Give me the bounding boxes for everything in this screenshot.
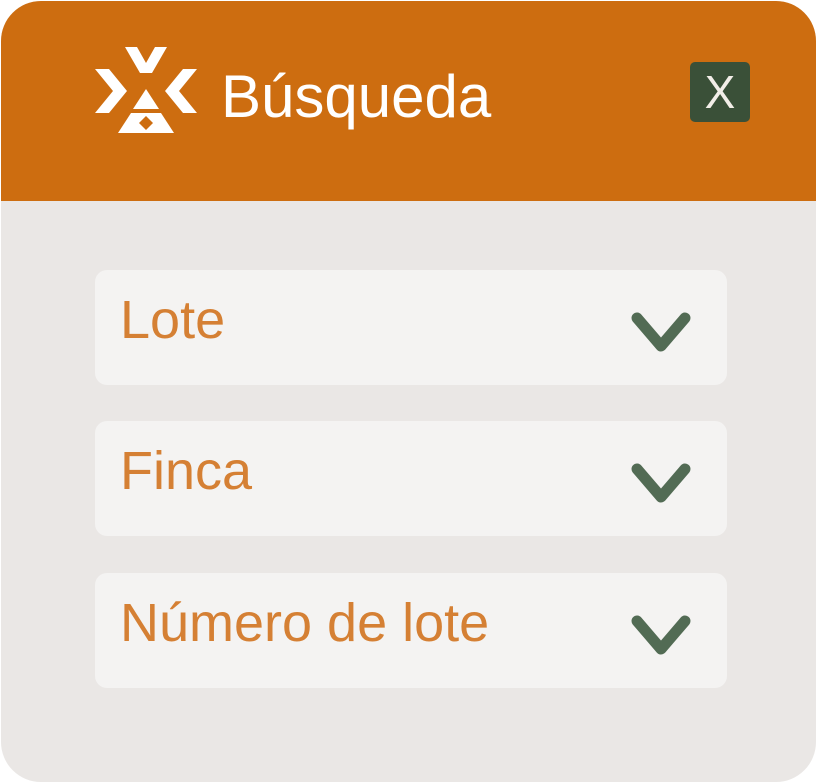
finca-dropdown-label: Finca <box>120 441 253 501</box>
chevron-down-icon <box>631 463 691 503</box>
panel-title: Búsqueda <box>221 63 492 130</box>
panel-header: Búsqueda X <box>1 1 816 201</box>
search-panel: Búsqueda X Lote Finca Número de lote <box>1 1 816 782</box>
numero-de-lote-dropdown-label: Número de lote <box>120 593 490 653</box>
chevron-down-icon <box>631 312 691 352</box>
logo-mark-icon <box>95 47 197 133</box>
lote-dropdown[interactable]: Lote <box>95 270 727 385</box>
finca-dropdown[interactable]: Finca <box>95 421 727 536</box>
lote-dropdown-label: Lote <box>120 290 226 350</box>
numero-de-lote-dropdown[interactable]: Número de lote <box>95 573 727 688</box>
chevron-down-icon <box>631 615 691 655</box>
close-button[interactable]: X <box>690 62 750 122</box>
